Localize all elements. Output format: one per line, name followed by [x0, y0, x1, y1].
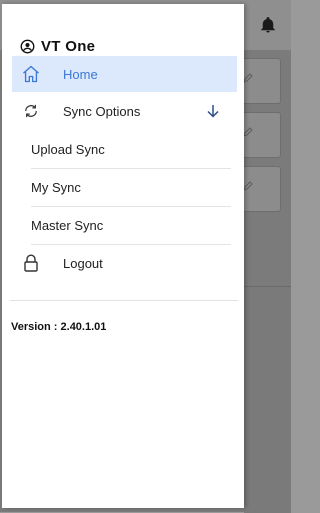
sync-sub-item-master[interactable]: Master Sync	[31, 207, 231, 245]
background-lower-panel	[244, 286, 291, 513]
nav-item-logout[interactable]: Logout	[12, 245, 237, 281]
navigation-drawer: VT One Home Sync Options Upload Sync My …	[2, 4, 244, 508]
arrow-down-icon[interactable]	[205, 103, 221, 119]
sync-sub-item-my-sync[interactable]: My Sync	[31, 169, 231, 207]
sync-icon	[20, 100, 42, 122]
lock-icon	[20, 252, 42, 274]
nav-item-home[interactable]: Home	[12, 56, 237, 92]
home-icon	[20, 63, 42, 85]
version-text: Version : 2.40.1.01	[11, 321, 107, 333]
nav-item-logout-label: Logout	[63, 255, 103, 271]
nav-item-sync-options[interactable]: Sync Options	[12, 93, 237, 129]
app-title: VT One	[41, 38, 96, 55]
sync-sub-item-label: Upload Sync	[31, 142, 105, 157]
bell-icon[interactable]	[259, 16, 277, 34]
drawer-header: VT One	[20, 38, 95, 55]
nav-item-sync-options-label: Sync Options	[63, 103, 141, 119]
sync-sub-item-label: My Sync	[31, 180, 81, 195]
sync-sub-item-label: Master Sync	[31, 218, 104, 233]
account-circle-icon	[20, 39, 35, 54]
edit-icon	[243, 127, 253, 137]
sync-sub-item-upload[interactable]: Upload Sync	[31, 131, 231, 169]
edit-icon	[243, 73, 253, 83]
nav-item-home-label: Home	[63, 66, 98, 82]
drawer-divider	[10, 300, 238, 301]
edit-icon	[243, 181, 253, 191]
